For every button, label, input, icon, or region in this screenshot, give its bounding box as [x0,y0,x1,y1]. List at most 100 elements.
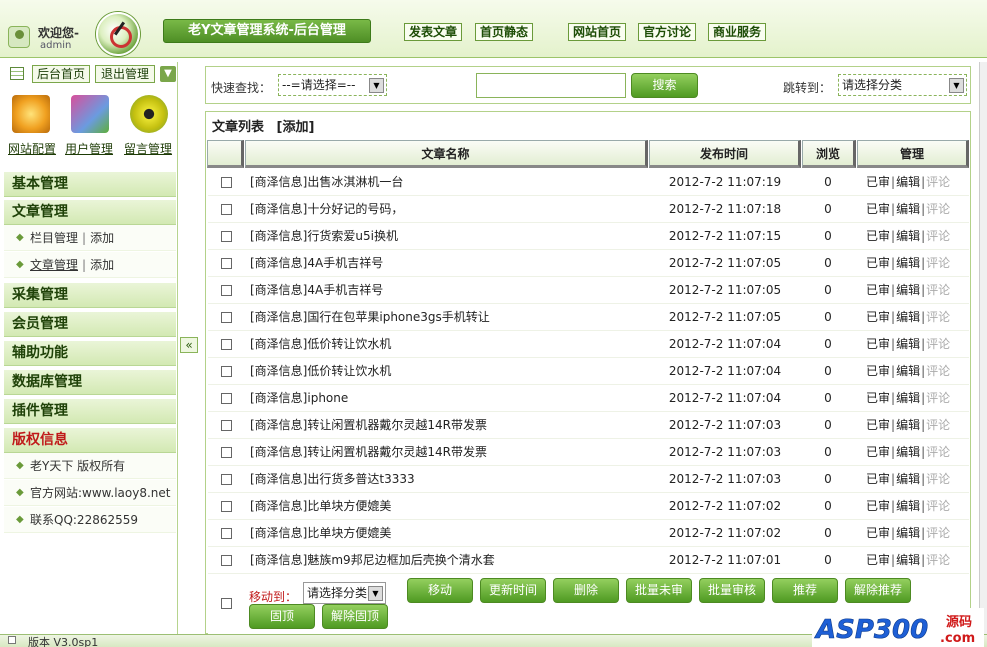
jump-category-select[interactable]: 请选择分类 ▼ [838,74,967,96]
unpin-top-button[interactable]: 解除固顶 [322,604,388,629]
article-title[interactable]: [商泽信息]比单块方便媲美 [250,493,391,520]
comment-link[interactable]: 评论 [926,202,950,216]
article-title[interactable]: [商泽信息]iphone [250,385,348,412]
article-title[interactable]: [商泽信息]转让闲置机器戴尔灵越14R带发票 [250,412,487,439]
radiation-icon[interactable] [130,95,168,133]
search-button[interactable]: 搜索 [631,73,698,98]
approved-link[interactable]: 已审 [866,499,890,513]
pin-top-button[interactable]: 固顶 [249,604,315,629]
logout-button[interactable]: 退出管理 [95,65,155,83]
article-title[interactable]: [商泽信息]出行货多普达t3333 [250,466,415,493]
row-checkbox[interactable] [221,555,232,566]
nav-link-static[interactable]: 首页静态 [475,23,533,41]
article-title[interactable]: [商泽信息]低价转让饮水机 [250,331,391,358]
row-checkbox[interactable] [221,177,232,188]
comment-link[interactable]: 评论 [926,364,950,378]
comment-link[interactable]: 评论 [926,418,950,432]
menu-aux[interactable]: 辅助功能 [4,340,176,366]
edit-link[interactable]: 编辑 [896,472,920,486]
edit-link[interactable]: 编辑 [896,310,920,324]
arrow-down-icon[interactable]: ▼ [160,66,176,82]
article-title[interactable]: [商泽信息]比单块方便媲美 [250,520,391,547]
submenu-category-link[interactable]: 栏目管理 [30,231,78,245]
admin-home-button[interactable]: 后台首页 [32,65,90,83]
move-button[interactable]: 移动 [407,578,473,603]
nav-link-home[interactable]: 网站首页 [568,23,626,41]
recommend-button[interactable]: 推荐 [772,578,838,603]
edit-link[interactable]: 编辑 [896,229,920,243]
quick-search-select[interactable]: --=请选择=-- ▼ [278,74,387,96]
approved-link[interactable]: 已审 [866,364,890,378]
user-book-icon[interactable] [71,95,109,133]
menu-database[interactable]: 数据库管理 [4,369,176,395]
approved-link[interactable]: 已审 [866,202,890,216]
row-checkbox[interactable] [221,204,232,215]
edit-link[interactable]: 编辑 [896,202,920,216]
row-checkbox[interactable] [221,312,232,323]
comment-link[interactable]: 评论 [926,310,950,324]
edit-link[interactable]: 编辑 [896,283,920,297]
row-checkbox[interactable] [221,501,232,512]
submenu-article-link[interactable]: 文章管理 [30,258,78,272]
scrollbar[interactable] [979,62,987,634]
edit-link[interactable]: 编辑 [896,499,920,513]
comment-link[interactable]: 评论 [926,229,950,243]
move-category-select[interactable]: 请选择分类 ▼ [303,582,386,604]
row-checkbox[interactable] [221,528,232,539]
message-manage-link[interactable]: 留言管理 [124,140,172,157]
edit-link[interactable]: 编辑 [896,526,920,540]
menu-collect[interactable]: 采集管理 [4,282,176,308]
row-checkbox[interactable] [221,447,232,458]
article-title[interactable]: [商泽信息]低价转让饮水机 [250,358,391,385]
select-all-checkbox[interactable] [221,598,232,609]
edit-link[interactable]: 编辑 [896,256,920,270]
search-input[interactable] [476,73,626,98]
row-checkbox[interactable] [221,339,232,350]
approved-link[interactable]: 已审 [866,175,890,189]
update-time-button[interactable]: 更新时间 [480,578,546,603]
comment-link[interactable]: 评论 [926,337,950,351]
site-config-link[interactable]: 网站配置 [8,140,56,157]
article-title[interactable]: [商泽信息]4A手机吉祥号 [250,250,383,277]
menu-copyright[interactable]: 版权信息 [4,427,176,453]
edit-link[interactable]: 编辑 [896,553,920,567]
unrecommend-button[interactable]: 解除推荐 [845,578,911,603]
article-title[interactable]: [商泽信息]转让闲置机器戴尔灵越14R带发票 [250,439,487,466]
row-checkbox[interactable] [221,393,232,404]
comment-link[interactable]: 评论 [926,526,950,540]
copyright-site-text[interactable]: 官方网站:www.laoy8.net [30,486,170,500]
article-title[interactable]: [商泽信息]行货索爱u5i换机 [250,223,398,250]
comment-link[interactable]: 评论 [926,175,950,189]
batch-approve-button[interactable]: 批量审核 [699,578,765,603]
comment-link[interactable]: 评论 [926,553,950,567]
menu-article[interactable]: 文章管理 [4,199,176,225]
edit-link[interactable]: 编辑 [896,175,920,189]
approved-link[interactable]: 已审 [866,472,890,486]
edit-link[interactable]: 编辑 [896,391,920,405]
user-manage-link[interactable]: 用户管理 [65,140,113,157]
nav-link-publish[interactable]: 发表文章 [404,23,462,41]
article-title[interactable]: [商泽信息]国行在包苹果iphone3gs手机转让 [250,304,490,331]
batch-unapprove-button[interactable]: 批量未审 [626,578,692,603]
approved-link[interactable]: 已审 [866,229,890,243]
row-checkbox[interactable] [221,258,232,269]
row-checkbox[interactable] [221,474,232,485]
approved-link[interactable]: 已审 [866,337,890,351]
row-checkbox[interactable] [221,366,232,377]
comment-link[interactable]: 评论 [926,499,950,513]
approved-link[interactable]: 已审 [866,418,890,432]
comment-link[interactable]: 评论 [926,391,950,405]
approved-link[interactable]: 已审 [866,445,890,459]
article-title[interactable]: [商泽信息]十分好记的号码， [250,196,403,223]
menu-plugin[interactable]: 插件管理 [4,398,176,424]
approved-link[interactable]: 已审 [866,256,890,270]
collapse-sidebar-button[interactable]: « [180,337,198,353]
edit-link[interactable]: 编辑 [896,364,920,378]
edit-link[interactable]: 编辑 [896,445,920,459]
approved-link[interactable]: 已审 [866,526,890,540]
approved-link[interactable]: 已审 [866,283,890,297]
article-title[interactable]: [商泽信息]4A手机吉祥号 [250,277,383,304]
comment-link[interactable]: 评论 [926,283,950,297]
edit-link[interactable]: 编辑 [896,418,920,432]
nav-link-forum[interactable]: 官方讨论 [638,23,696,41]
